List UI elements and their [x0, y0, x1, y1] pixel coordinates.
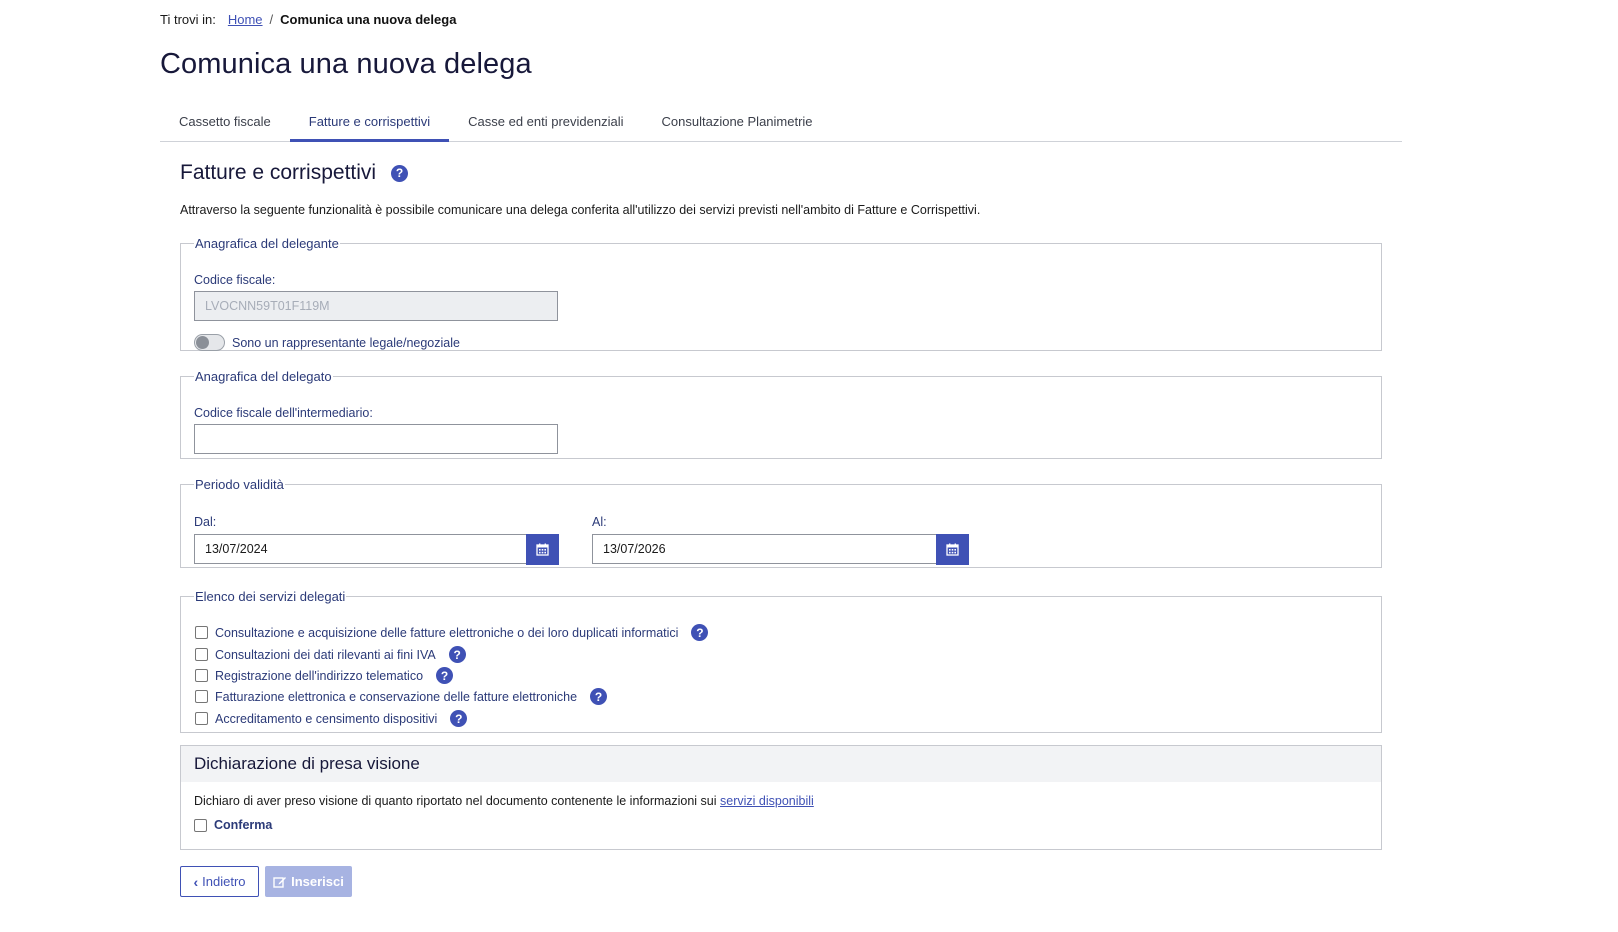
indietro-button[interactable]: ‹ Indietro — [180, 866, 259, 897]
delegato-cf-field[interactable] — [194, 424, 558, 454]
tab-casse-enti-previdenziali[interactable]: Casse ed enti previdenziali — [449, 100, 642, 142]
periodo-legend: Periodo validità — [195, 477, 284, 492]
dal-date-input[interactable]: 13/07/2024 — [194, 534, 528, 564]
question-circle-icon[interactable]: ? — [391, 164, 409, 182]
breadcrumb-current: Comunica una nuova delega — [280, 12, 457, 27]
servizio-checkbox[interactable] — [195, 648, 208, 661]
delegante-cf-label: Codice fiscale: — [194, 273, 276, 287]
breadcrumb-home-link[interactable]: Home — [228, 12, 263, 27]
servizio-label[interactable]: Registrazione dell'indirizzo telematico — [215, 669, 423, 683]
servizio-label[interactable]: Consultazione e acquisizione delle fattu… — [215, 626, 678, 640]
servizio-checkbox[interactable] — [195, 690, 208, 703]
conferma-row: Conferma — [194, 818, 272, 832]
tab-cassetto-fiscale[interactable]: Cassetto fiscale — [160, 100, 290, 142]
servizio-checkbox[interactable] — [195, 626, 208, 639]
periodo-fieldset: Periodo validità Dal: 13/07/2024 Al: 13/… — [180, 477, 1382, 568]
servizio-checkbox[interactable] — [195, 712, 208, 725]
al-date-input[interactable]: 13/07/2026 — [592, 534, 938, 564]
question-circle-icon[interactable]: ? — [436, 667, 454, 684]
tab-consultazione-planimetrie[interactable]: Consultazione Planimetrie — [643, 100, 832, 142]
tab-fatture-corrispettivi[interactable]: Fatture e corrispettivi — [289, 100, 450, 142]
section-intro: Attraverso la seguente funzionalità è po… — [180, 203, 981, 217]
servizio-item: Registrazione dell'indirizzo telematico … — [195, 667, 454, 684]
question-circle-icon[interactable]: ? — [590, 688, 608, 705]
breadcrumb-prefix: Ti trovi in: — [160, 12, 216, 27]
indietro-label: Indietro — [202, 874, 246, 889]
servizio-checkbox[interactable] — [195, 669, 208, 682]
dichiarazione-text: Dichiaro di aver preso visione di quanto… — [194, 794, 814, 808]
section-title-text: Fatture e corrispettivi — [180, 161, 377, 184]
al-label: Al: — [592, 515, 607, 529]
dichiarazione-text-body: Dichiaro di aver preso visione di quanto… — [194, 794, 717, 808]
servizi-fieldset: Elenco dei servizi delegati Consultazion… — [180, 589, 1382, 733]
servizio-label[interactable]: Fatturazione elettronica e conservazione… — [215, 690, 577, 704]
calendar-icon — [946, 543, 959, 556]
al-calendar-button[interactable] — [936, 534, 969, 565]
servizio-label[interactable]: Consultazioni dei dati rilevanti ai fini… — [215, 648, 436, 662]
delegante-fieldset: Anagrafica del delegante Codice fiscale:… — [180, 236, 1382, 351]
delegato-cf-label: Codice fiscale dell'intermediario: — [194, 406, 373, 420]
servizio-label[interactable]: Accreditamento e censimento dispositivi — [215, 712, 437, 726]
dichiarazione-title: Dichiarazione di presa visione — [181, 746, 1381, 782]
servizi-disponibili-link[interactable]: servizi disponibili — [720, 794, 814, 808]
inserisci-button[interactable]: Inserisci — [265, 866, 352, 897]
question-circle-icon[interactable]: ? — [450, 710, 468, 727]
servizio-item: Consultazione e acquisizione delle fattu… — [195, 624, 709, 641]
dal-label: Dal: — [194, 515, 217, 529]
dal-calendar-button[interactable] — [526, 534, 559, 565]
inserisci-label: Inserisci — [291, 874, 344, 889]
page-title: Comunica una nuova delega — [160, 48, 532, 80]
delegante-cf-field[interactable]: LVOCNN59T01F119M — [194, 291, 558, 321]
servizio-item: Fatturazione elettronica e conservazione… — [195, 688, 608, 705]
servizio-item: Accreditamento e censimento dispositivi … — [195, 710, 468, 727]
edit-icon — [273, 876, 287, 888]
chevron-left-icon: ‹ — [193, 873, 199, 890]
breadcrumb-separator: / — [269, 12, 274, 27]
servizio-item: Consultazioni dei dati rilevanti ai fini… — [195, 646, 466, 663]
tab-bar: Cassetto fiscale Fatture e corrispettivi… — [160, 100, 1402, 142]
dichiarazione-panel: Dichiarazione di presa visione Dichiaro … — [180, 745, 1382, 850]
delegato-legend: Anagrafica del delegato — [195, 369, 332, 384]
conferma-label[interactable]: Conferma — [214, 818, 272, 832]
page: Ti trovi in: Home / Comunica una nuova d… — [0, 0, 1618, 932]
section-title: Fatture e corrispettivi ? — [180, 161, 409, 185]
servizi-legend: Elenco dei servizi delegati — [195, 589, 346, 604]
delegante-legend: Anagrafica del delegante — [195, 236, 339, 251]
question-circle-icon[interactable]: ? — [448, 646, 466, 663]
delegato-fieldset: Anagrafica del delegato Codice fiscale d… — [180, 369, 1382, 459]
calendar-icon — [536, 543, 549, 556]
conferma-checkbox[interactable] — [194, 818, 207, 832]
rappresentante-legale-label: Sono un rappresentante legale/negoziale — [232, 336, 460, 350]
question-circle-icon[interactable]: ? — [691, 624, 709, 641]
breadcrumb: Ti trovi in: Home / Comunica una nuova d… — [160, 12, 456, 27]
rappresentante-legale-toggle[interactable] — [194, 334, 225, 351]
